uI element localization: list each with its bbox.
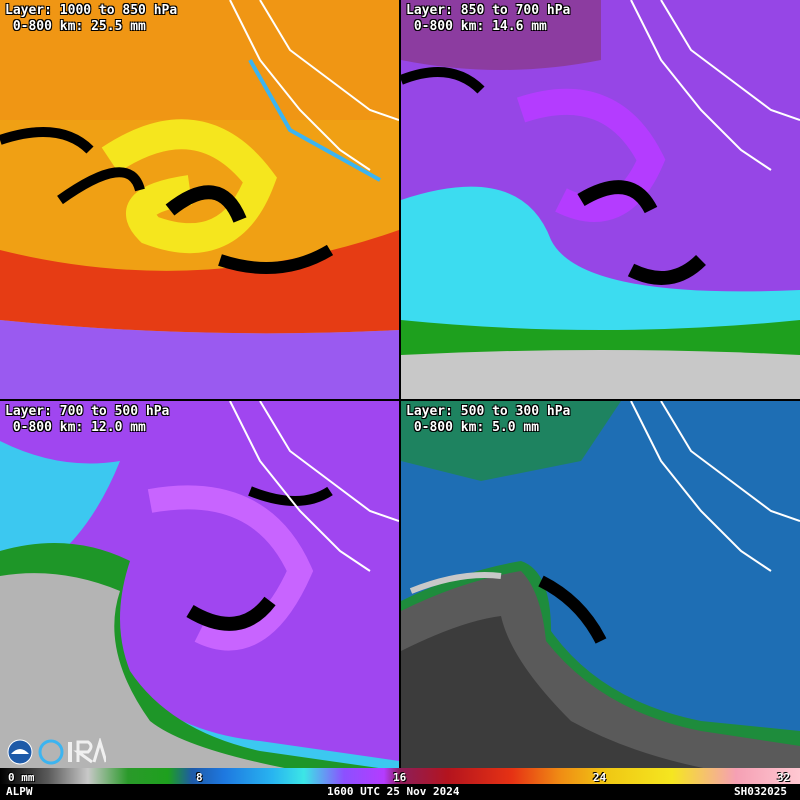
layer-label: Layer: 700 to 500 hPa — [5, 404, 170, 419]
panel-1000-850hpa: Layer: 1000 to 850 hPa 0-800 km: 25.5 mm — [0, 0, 399, 399]
layer-label: Layer: 500 to 300 hPa — [406, 404, 571, 419]
panel-label: Layer: 500 to 300 hPa 0-800 km: 5.0 mm — [406, 404, 570, 436]
panel-500-300hpa: Layer: 500 to 300 hPa 0-800 km: 5.0 mm — [401, 401, 800, 800]
noaa-cira-logo — [7, 738, 106, 765]
panel-label: Layer: 850 to 700 hPa 0-800 km: 14.6 mm — [406, 3, 570, 35]
timestamp: 1600 UTC 25 Nov 2024 — [327, 785, 460, 798]
product-name: ALPW — [6, 785, 33, 798]
map-image-1000-850 — [0, 0, 399, 399]
panel-850-700hpa: Layer: 850 to 700 hPa 0-800 km: 14.6 mm — [401, 0, 800, 399]
colorbar-tick-16: 16 — [393, 771, 407, 784]
storm-id: SH032025 — [734, 785, 787, 798]
colorbar-tick-8: 8 — [196, 771, 203, 784]
stat-label: 0-800 km: 14.6 mm — [406, 19, 547, 34]
stat-label: 0-800 km: 12.0 mm — [5, 420, 146, 435]
layer-label: Layer: 1000 to 850 hPa — [5, 3, 178, 18]
stat-label: 0-800 km: 5.0 mm — [406, 420, 540, 435]
colorbar-tick-0: 0 mm — [8, 771, 35, 784]
panel-divider-horizontal — [0, 399, 800, 401]
footer-bar: ALPW 1600 UTC 25 Nov 2024 SH032025 — [0, 784, 800, 800]
colorbar-tick-24: 24 — [593, 771, 607, 784]
map-image-500-300 — [401, 401, 800, 800]
panel-label: Layer: 1000 to 850 hPa 0-800 km: 25.5 mm — [5, 3, 177, 35]
panel-label: Layer: 700 to 500 hPa 0-800 km: 12.0 mm — [5, 404, 169, 436]
panel-divider-vertical — [399, 0, 401, 768]
layer-label: Layer: 850 to 700 hPa — [406, 3, 571, 18]
map-image-850-700 — [401, 0, 800, 399]
stat-label: 0-800 km: 25.5 mm — [5, 19, 146, 34]
colorbar-tick-32: 32 — [777, 771, 791, 784]
